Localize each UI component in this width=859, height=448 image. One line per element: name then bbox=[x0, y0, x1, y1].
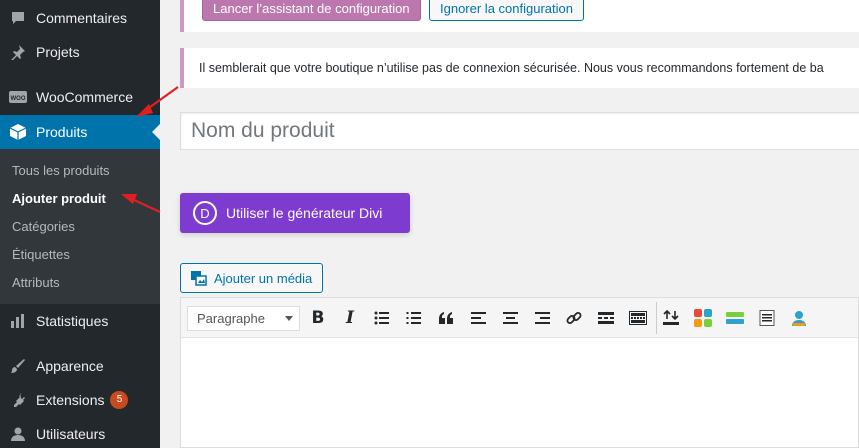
main-content: Lancer l’assistant de configuration Igno… bbox=[160, 0, 859, 448]
menu-item-extensions[interactable]: Extensions 5 bbox=[0, 383, 160, 417]
run-setup-wizard-button[interactable]: Lancer l’assistant de configuration bbox=[202, 0, 421, 21]
menu-label: Projets bbox=[36, 44, 80, 60]
divi-button-label: Utiliser le générateur Divi bbox=[226, 205, 383, 221]
page-break-icon[interactable] bbox=[756, 307, 778, 329]
menu-item-woocommerce[interactable]: WOO WooCommerce bbox=[0, 80, 160, 114]
box-icon bbox=[8, 122, 28, 142]
align-left-icon[interactable] bbox=[467, 307, 489, 329]
user-icon bbox=[8, 424, 28, 444]
plug-icon bbox=[8, 390, 28, 410]
menu-item-statistiques[interactable]: Statistiques bbox=[0, 304, 160, 338]
format-select-value: Paragraphe bbox=[197, 311, 265, 326]
menu-item-commentaires[interactable]: Commentaires bbox=[0, 1, 160, 35]
submenu-categories[interactable]: Catégories bbox=[12, 219, 75, 234]
format-select[interactable]: Paragraphe bbox=[187, 306, 300, 331]
produits-submenu: Tous les produits Ajouter produit Catégo… bbox=[0, 149, 160, 304]
bar-chart-icon bbox=[8, 311, 28, 331]
user-shortcode-icon[interactable] bbox=[788, 307, 810, 329]
add-media-button[interactable]: Ajouter un média bbox=[180, 263, 323, 293]
menu-label: Produits bbox=[36, 124, 88, 140]
read-more-icon[interactable] bbox=[595, 307, 617, 329]
ssl-warning-notice: Il semblerait que votre boutique n’utili… bbox=[180, 48, 859, 88]
bold-button[interactable]: B bbox=[307, 307, 329, 329]
toolbar-toggle-icon[interactable] bbox=[627, 307, 649, 329]
product-title-input[interactable]: Nom du produit bbox=[180, 112, 859, 150]
media-icon bbox=[190, 269, 208, 287]
blockquote-icon[interactable] bbox=[435, 307, 457, 329]
menu-label: Statistiques bbox=[36, 313, 109, 329]
pin-icon bbox=[8, 42, 28, 62]
active-indicator bbox=[152, 124, 160, 140]
insert-shortcode-icon[interactable] bbox=[660, 307, 682, 329]
menu-label: Apparence bbox=[36, 358, 104, 374]
svg-text:WOO: WOO bbox=[11, 96, 26, 102]
align-center-icon[interactable] bbox=[499, 307, 521, 329]
content-editor: Paragraphe B I bbox=[180, 297, 859, 448]
skip-setup-button[interactable]: Ignorer la configuration bbox=[429, 0, 584, 21]
menu-item-produits[interactable]: Produits bbox=[0, 115, 160, 149]
italic-button[interactable]: I bbox=[339, 307, 361, 329]
menu-label: Extensions bbox=[36, 392, 105, 408]
brush-icon bbox=[8, 356, 28, 376]
link-icon[interactable] bbox=[563, 307, 585, 329]
menu-label: Utilisateurs bbox=[36, 426, 106, 442]
divi-builder-button[interactable]: D Utiliser le générateur Divi bbox=[180, 193, 410, 233]
update-count-badge: 5 bbox=[110, 391, 129, 409]
menu-item-utilisateurs[interactable]: Utilisateurs bbox=[0, 417, 160, 448]
bullet-list-icon[interactable] bbox=[371, 307, 393, 329]
divi-logo-icon: D bbox=[193, 201, 217, 225]
add-media-label: Ajouter un média bbox=[214, 270, 313, 286]
divider-icon[interactable] bbox=[724, 307, 746, 329]
color-grid-icon[interactable] bbox=[692, 307, 714, 329]
editor-toolbar: Paragraphe B I bbox=[181, 298, 858, 338]
align-right-icon[interactable] bbox=[531, 307, 553, 329]
menu-label: WooCommerce bbox=[36, 89, 133, 105]
comment-icon bbox=[8, 8, 28, 28]
submenu-attributs[interactable]: Attributs bbox=[12, 275, 60, 290]
menu-item-projets[interactable]: Projets bbox=[0, 35, 160, 69]
woocommerce-setup-notice: Lancer l’assistant de configuration Igno… bbox=[180, 0, 859, 32]
toolbar-separator bbox=[656, 302, 657, 334]
menu-label: Commentaires bbox=[36, 10, 128, 26]
menu-item-apparence[interactable]: Apparence bbox=[0, 349, 160, 383]
submenu-etiquettes[interactable]: Étiquettes bbox=[12, 247, 70, 262]
submenu-ajouter-produit[interactable]: Ajouter produit bbox=[12, 191, 106, 206]
chevron-down-icon bbox=[285, 316, 293, 321]
admin-sidebar: Commentaires Projets WOO WooCommerce Pro… bbox=[0, 0, 160, 448]
submenu-tous-les-produits[interactable]: Tous les produits bbox=[12, 163, 110, 178]
numbered-list-icon[interactable] bbox=[403, 307, 425, 329]
woocommerce-icon: WOO bbox=[8, 87, 28, 107]
